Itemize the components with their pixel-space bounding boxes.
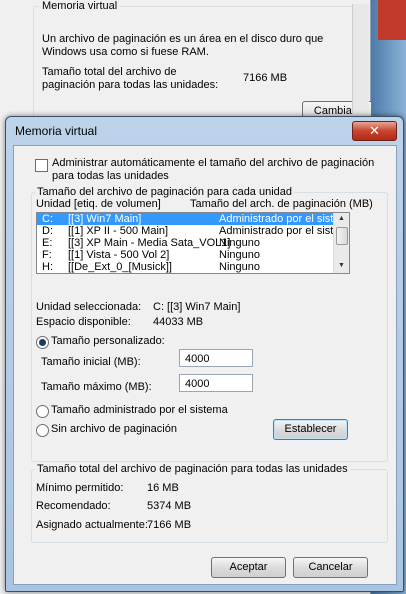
selected-drive-value: C: [[3] Win7 Main]	[153, 301, 241, 313]
background-scrollbar[interactable]	[352, 4, 369, 114]
list-item[interactable]: C: [[3] Win7 Main] Administrado por el s…	[37, 213, 333, 225]
close-button[interactable]: ✕	[352, 121, 397, 141]
drive-list[interactable]: C: [[3] Win7 Main] Administrado por el s…	[36, 212, 350, 274]
free-space-label: Espacio disponible:	[36, 316, 131, 328]
cancel-button[interactable]: Cancelar	[293, 557, 368, 578]
max-size-label: Tamaño máximo (MB):	[41, 381, 152, 393]
scroll-down-icon[interactable]: ▼	[338, 262, 345, 269]
drive-column-header: Unidad [etiq. de volumen]	[36, 198, 161, 210]
paging-description: Un archivo de paginación es un área en e…	[42, 33, 324, 58]
scroll-thumb[interactable]	[336, 227, 348, 245]
ok-button[interactable]: Aceptar	[211, 557, 286, 578]
virtual-memory-group: Memoria virtual Un archivo de paginación…	[33, 0, 376, 126]
dialog-title: Memoria virtual	[15, 124, 98, 138]
per-drive-group-title: Tamaño del archivo de paginación para ca…	[35, 186, 295, 198]
recommended-value: 5374 MB	[147, 500, 192, 512]
no-paging-label[interactable]: Sin archivo de paginación	[51, 423, 177, 435]
scroll-up-icon[interactable]: ▲	[338, 215, 345, 222]
list-item[interactable]: E: [[3] XP Main - Media Sata_VOL1] Ningu…	[37, 237, 333, 249]
no-paging-radio[interactable]	[36, 424, 49, 437]
free-space-value: 44033 MB	[153, 316, 204, 328]
total-paging-value: 7166 MB	[243, 72, 288, 84]
system-managed-radio[interactable]	[36, 405, 49, 418]
auto-manage-checkbox[interactable]	[35, 159, 48, 172]
system-managed-label[interactable]: Tamaño administrado por el sistema	[51, 404, 228, 416]
auto-manage-label[interactable]: Administrar automáticamente el tamaño de…	[52, 157, 388, 183]
allocated-value: 7166 MB	[147, 519, 192, 531]
custom-size-radio[interactable]	[36, 336, 49, 349]
list-scrollbar[interactable]: ▲ ▼	[333, 213, 349, 273]
recommended-label: Recomendado:	[36, 500, 111, 512]
virtual-memory-dialog: Memoria virtual ✕ Administrar automática…	[5, 116, 404, 592]
list-item[interactable]: F: [[1] Vista - 500 Vol 2] Ninguno	[37, 249, 333, 261]
custom-size-label[interactable]: Tamaño personalizado:	[51, 335, 165, 347]
totals-group-title: Tamaño total del archivo de paginación p…	[35, 463, 350, 475]
close-icon: ✕	[369, 123, 380, 138]
initial-size-label: Tamaño inicial (MB):	[41, 356, 141, 368]
dialog-body: Administrar automáticamente el tamaño de…	[13, 145, 397, 585]
desktop-window-edge	[378, 0, 406, 40]
min-allowed-label: Mínimo permitido:	[36, 482, 124, 494]
max-size-input[interactable]: 4000	[179, 374, 253, 392]
initial-size-input[interactable]: 4000	[179, 349, 253, 367]
min-allowed-value: 16 MB	[147, 482, 179, 494]
group-title: Memoria virtual	[39, 0, 121, 12]
title-bar[interactable]: Memoria virtual ✕	[6, 117, 403, 145]
selected-drive-label: Unidad seleccionada:	[36, 301, 142, 313]
list-item[interactable]: H: [[De_Ext_0_[Musick]] Ninguno	[37, 261, 333, 273]
list-item[interactable]: D: [[1] XP II - 500 Main] Administrado p…	[37, 225, 333, 237]
set-button[interactable]: Establecer	[273, 419, 348, 440]
total-paging-label: Tamaño total del archivo de paginación p…	[42, 66, 219, 91]
allocated-label: Asignado actualmente:	[36, 519, 148, 531]
size-column-header: Tamaño del arch. de paginación (MB)	[190, 198, 373, 210]
